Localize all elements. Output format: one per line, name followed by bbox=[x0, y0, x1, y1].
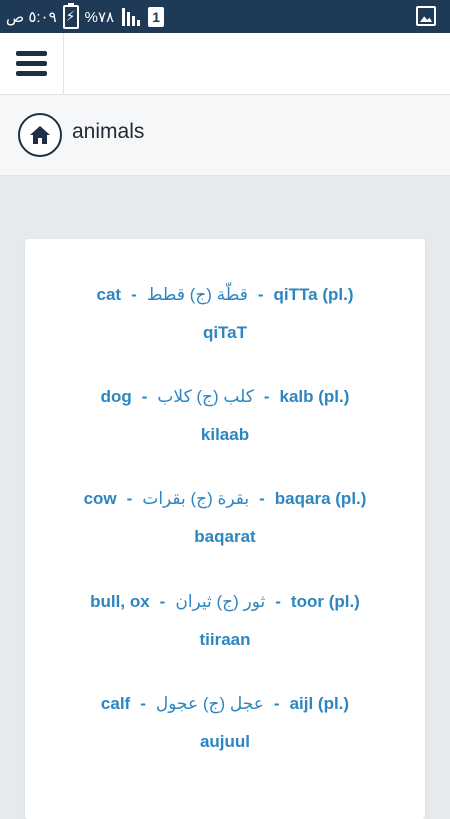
hamburger-icon-bar bbox=[16, 51, 47, 56]
status-right bbox=[416, 6, 436, 31]
separator: - bbox=[141, 387, 148, 406]
transliteration: toor (pl.) bbox=[290, 592, 360, 611]
hamburger-icon-bar bbox=[16, 61, 47, 66]
status-bar: ٥:٠٩ ص ⚡ %٧٨ 1 bbox=[0, 0, 450, 33]
arabic-word: عجل (ج) عجول bbox=[155, 694, 264, 713]
separator: - bbox=[131, 285, 137, 304]
page-title: animals bbox=[72, 120, 145, 143]
transliteration: aijl (pl.) bbox=[289, 694, 350, 713]
breadcrumb: animals bbox=[0, 95, 450, 176]
home-icon bbox=[30, 126, 50, 144]
arabic-word: بقرة (ج) بقرات bbox=[142, 489, 250, 508]
separator: - bbox=[259, 489, 265, 508]
battery-icon: ⚡ bbox=[62, 2, 79, 29]
list-item[interactable]: dog - كلب (ج) كلاب - kalb (pl.) kilaab bbox=[25, 378, 425, 454]
separator: - bbox=[126, 489, 133, 508]
separator: - bbox=[257, 285, 264, 304]
menu-button[interactable] bbox=[0, 33, 64, 94]
plural-transliteration: tiiraan bbox=[199, 630, 251, 649]
status-left: ٥:٠٩ ص ⚡ %٧٨ 1 bbox=[6, 2, 165, 29]
plural-transliteration: qiTaT bbox=[202, 323, 248, 342]
vocabulary-card: cat - قطّة (ج) قطط - qiTTa (pl.) qiTaT dog - ك… bbox=[25, 239, 425, 819]
battery-percent: %٧٨ bbox=[84, 8, 115, 26]
hamburger-icon-bar bbox=[16, 71, 47, 76]
arabic-word: ثور (ج) ثيران bbox=[175, 592, 266, 611]
english-word: cat bbox=[96, 285, 122, 304]
transliteration: qiTTa (pl.) bbox=[273, 285, 354, 304]
transliteration: kalb (pl.) bbox=[279, 387, 350, 406]
english-word: cow bbox=[83, 489, 117, 508]
arabic-word: كلب (ج) كلاب bbox=[157, 387, 254, 406]
separator: - bbox=[140, 694, 146, 713]
list-item[interactable]: bull, ox - ثور (ج) ثيران - toor (pl.) tiiraa… bbox=[25, 583, 425, 659]
separator: - bbox=[273, 694, 280, 713]
separator: - bbox=[159, 592, 166, 611]
arabic-word: قطّة (ج) قطط bbox=[146, 285, 248, 304]
list-item[interactable]: calf - عجل (ج) عجول - aijl (pl.) aujuul bbox=[25, 685, 425, 761]
plural-transliteration: kilaab bbox=[200, 425, 250, 444]
clock: ٥:٠٩ ص bbox=[6, 8, 57, 26]
list-item[interactable]: cow - بقرة (ج) بقرات - baqara (pl.) baqarat bbox=[25, 480, 425, 556]
english-word: calf bbox=[100, 694, 131, 713]
app-bar bbox=[0, 33, 450, 95]
home-button[interactable] bbox=[18, 113, 62, 157]
plural-transliteration: aujuul bbox=[199, 732, 251, 751]
signal-icon bbox=[122, 7, 141, 26]
plural-transliteration: baqarat bbox=[194, 527, 256, 546]
sim-icon: 1 bbox=[148, 6, 165, 27]
list-item[interactable]: cat - قطّة (ج) قطط - qiTTa (pl.) qiTaT bbox=[25, 276, 425, 352]
separator: - bbox=[263, 387, 270, 406]
image-notification-icon bbox=[416, 6, 436, 26]
english-word: bull, ox bbox=[90, 592, 150, 611]
transliteration: baqara (pl.) bbox=[274, 489, 367, 508]
english-word: dog bbox=[100, 387, 132, 406]
separator: - bbox=[275, 592, 281, 611]
